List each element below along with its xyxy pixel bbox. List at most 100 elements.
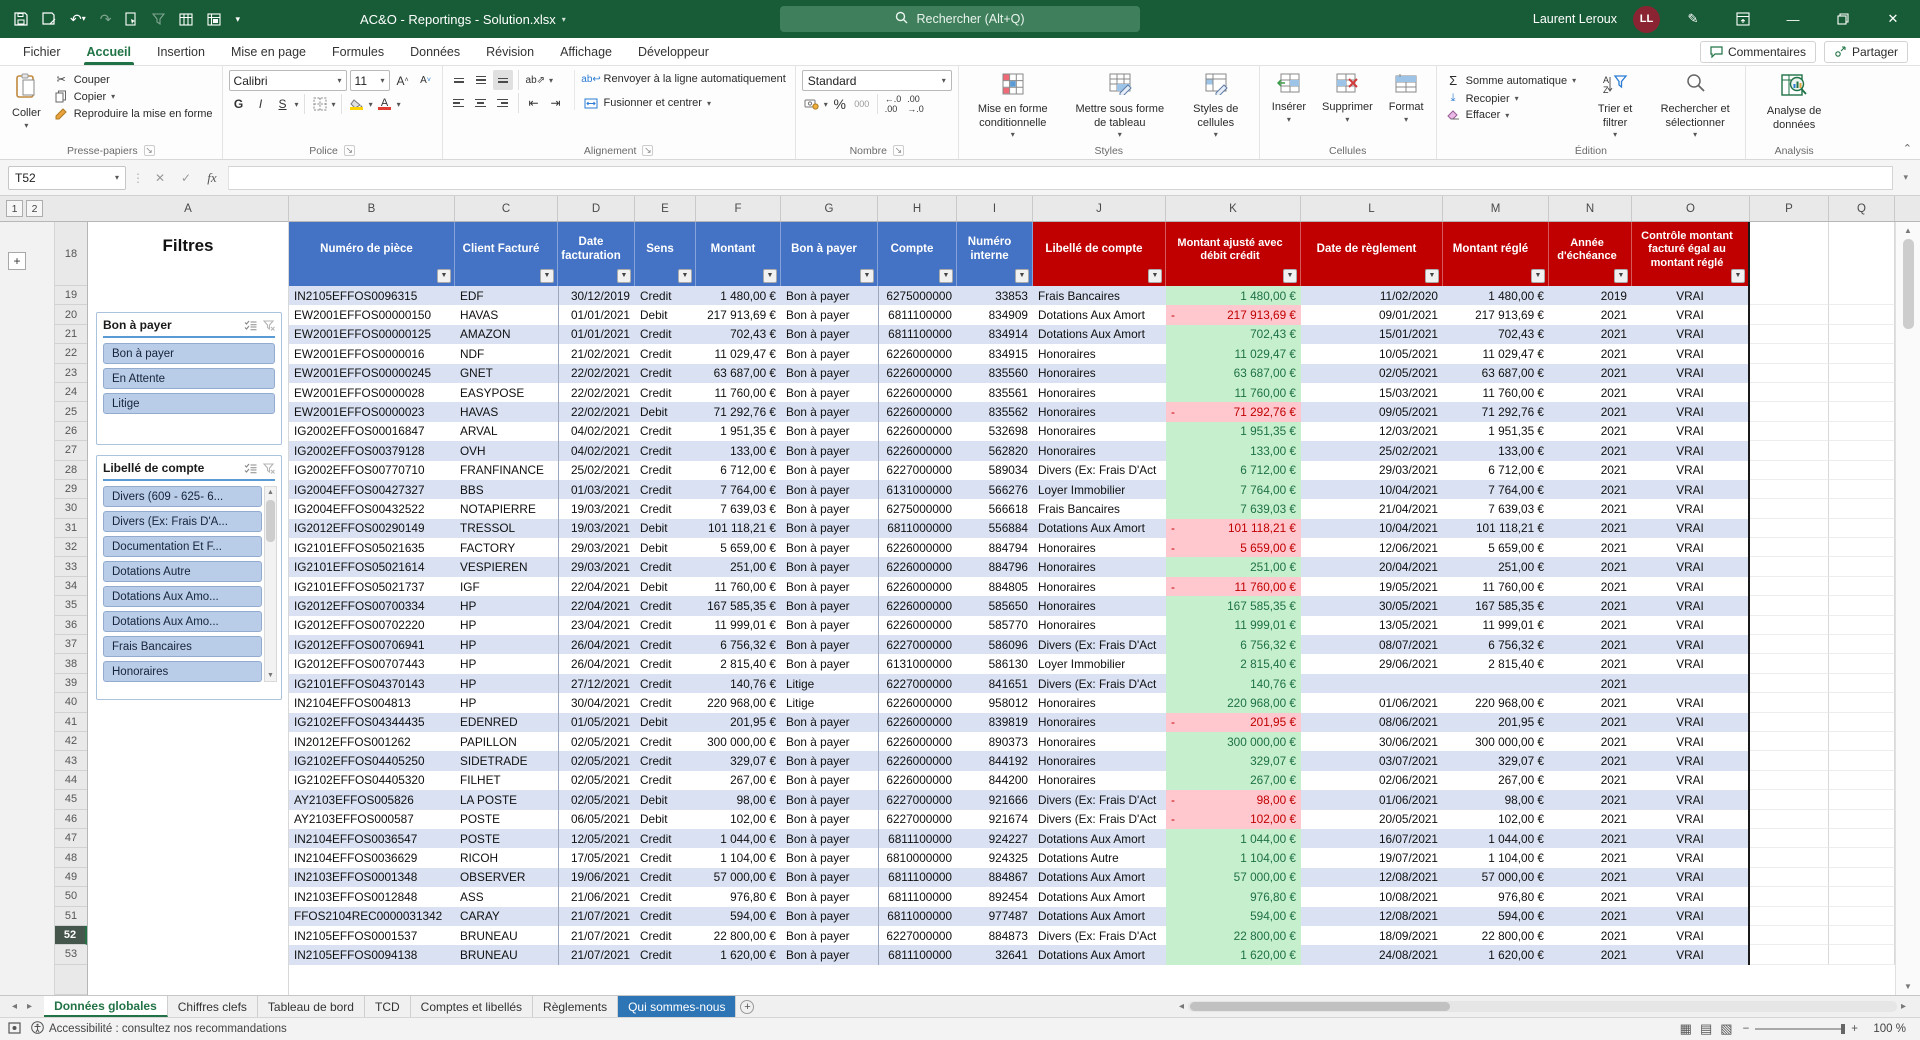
cell-E47[interactable]: Credit (635, 829, 696, 848)
cell-N29[interactable]: 2021 (1549, 480, 1632, 499)
row-header-25[interactable]: 25 (55, 402, 87, 421)
cell-D33[interactable]: 29/03/2021 (558, 557, 635, 576)
cell-B36[interactable]: IG2012EFFOS00702220 (289, 616, 455, 635)
font-size-select[interactable]: 11▾ (350, 70, 390, 91)
cell-E40[interactable]: Credit (635, 693, 696, 712)
cell-E41[interactable]: Debit (635, 713, 696, 732)
cell-M42[interactable]: 300 000,00 € (1443, 732, 1549, 751)
tab-insertion[interactable]: Insertion (144, 41, 218, 65)
scroll-down-icon[interactable]: ▼ (1904, 978, 1912, 995)
cell-E37[interactable]: Credit (635, 635, 696, 654)
cell-B45[interactable]: AY2103EFFOS005826 (289, 790, 455, 809)
cell-D24[interactable]: 22/02/2021 (558, 383, 635, 402)
cell-P19[interactable] (1750, 286, 1829, 305)
row-header-18[interactable]: 18 (55, 222, 87, 286)
cell-M29[interactable]: 7 764,00 € (1443, 480, 1549, 499)
filter-dropdown-icon[interactable]: ▼ (1148, 269, 1162, 283)
cell-P52[interactable] (1750, 926, 1829, 945)
cell-M52[interactable]: 22 800,00 € (1443, 926, 1549, 945)
cell-D30[interactable]: 19/03/2021 (558, 499, 635, 518)
cell-B28[interactable]: IG2002EFFOS00770710 (289, 461, 455, 480)
cell-F26[interactable]: 1 951,35 € (696, 422, 781, 441)
cell-N43[interactable]: 2021 (1549, 751, 1632, 770)
cell-O21[interactable]: VRAI (1632, 325, 1750, 344)
cell-F48[interactable]: 1 104,00 € (696, 848, 781, 867)
cell-O41[interactable]: VRAI (1632, 713, 1750, 732)
cell-N27[interactable]: 2021 (1549, 441, 1632, 460)
cell-O40[interactable]: VRAI (1632, 693, 1750, 712)
cell-H37[interactable]: 6227000000 (878, 635, 957, 654)
save-icon[interactable] (14, 12, 28, 26)
cell-H25[interactable]: 6226000000 (878, 402, 957, 421)
cell-D25[interactable]: 22/02/2021 (558, 402, 635, 421)
cell-B49[interactable]: IN2103EFFOS0001348 (289, 868, 455, 887)
cell-D47[interactable]: 12/05/2021 (558, 829, 635, 848)
cell-K50[interactable]: 976,80 € (1166, 887, 1301, 906)
cell-H53[interactable]: 6811100000 (878, 945, 957, 964)
cell-G48[interactable]: Bon à payer (781, 848, 878, 867)
cell-K36[interactable]: 11 999,01 € (1166, 616, 1301, 635)
slicer-item[interactable]: Documentation Et F... (103, 536, 262, 557)
scroll-left-icon[interactable]: ◂ (1179, 1001, 1184, 1012)
cell-M25[interactable]: 71 292,76 € (1443, 402, 1549, 421)
cell-P49[interactable] (1750, 868, 1829, 887)
cell-D34[interactable]: 22/04/2021 (558, 577, 635, 596)
cell-E31[interactable]: Debit (635, 519, 696, 538)
cell-P42[interactable] (1750, 732, 1829, 751)
cell-L38[interactable]: 29/06/2021 (1301, 654, 1443, 673)
slicer-scrollbar[interactable]: ▲▼ (264, 486, 277, 682)
cell-H21[interactable]: 6811100000 (878, 325, 957, 344)
cell-N36[interactable]: 2021 (1549, 616, 1632, 635)
row-header-46[interactable]: 46 (55, 810, 87, 829)
cell-H48[interactable]: 6810000000 (878, 848, 957, 867)
cell-D53[interactable]: 21/07/2021 (558, 945, 635, 964)
cell-O36[interactable]: VRAI (1632, 616, 1750, 635)
sheet-tab-chiffres-clefs[interactable]: Chiffres clefs (168, 996, 258, 1017)
cell-H44[interactable]: 6226000000 (878, 771, 957, 790)
cell-J47[interactable]: Dotations Aux Amort (1033, 829, 1166, 848)
comma-style-icon[interactable]: 000 (852, 94, 872, 114)
table-icon[interactable] (179, 13, 193, 26)
cell-E19[interactable]: Credit (635, 286, 696, 305)
slicer-item[interactable]: Honoraires (103, 661, 262, 682)
row-header-30[interactable]: 30 (55, 499, 87, 518)
cell-F28[interactable]: 6 712,00 € (696, 461, 781, 480)
row-header-37[interactable]: 37 (55, 635, 87, 654)
cell-E29[interactable]: Credit (635, 480, 696, 499)
slicer-item[interactable]: Divers (Ex: Frais D'A... (103, 511, 262, 532)
cell-F31[interactable]: 101 118,21 € (696, 519, 781, 538)
undo-button[interactable]: ↶▾ (70, 12, 86, 26)
cancel-icon[interactable]: ✕ (150, 171, 170, 185)
cell-D51[interactable]: 21/07/2021 (558, 907, 635, 926)
row-header-39[interactable]: 39 (55, 674, 87, 693)
cell-L32[interactable]: 12/06/2021 (1301, 538, 1443, 557)
increase-indent-icon[interactable]: ⇥ (546, 93, 566, 113)
cell-O20[interactable]: VRAI (1632, 305, 1750, 324)
column-letter-H[interactable]: H (878, 196, 957, 221)
cell-C52[interactable]: BRUNEAU (455, 926, 558, 945)
cell-P22[interactable] (1750, 344, 1829, 363)
cell-G52[interactable]: Bon à payer (781, 926, 878, 945)
column-letter-E[interactable]: E (635, 196, 696, 221)
column-letter-J[interactable]: J (1033, 196, 1166, 221)
cell-F39[interactable]: 140,76 € (696, 674, 781, 693)
cell-C53[interactable]: BRUNEAU (455, 945, 558, 964)
cell-G35[interactable]: Bon à payer (781, 596, 878, 615)
cell-I46[interactable]: 921674 (957, 810, 1033, 829)
name-box[interactable]: T52▾ (8, 166, 126, 190)
filter-dropdown-icon[interactable]: ▼ (1731, 269, 1745, 283)
cell-N30[interactable]: 2021 (1549, 499, 1632, 518)
cell-C28[interactable]: FRANFINANCE (455, 461, 558, 480)
sheet-nav-right-icon[interactable]: ▸ (27, 1001, 32, 1012)
align-left-icon[interactable] (449, 93, 469, 113)
cell-G51[interactable]: Bon à payer (781, 907, 878, 926)
cell-J19[interactable]: Frais Bancaires (1033, 286, 1166, 305)
cell-O23[interactable]: VRAI (1632, 364, 1750, 383)
cell-I28[interactable]: 589034 (957, 461, 1033, 480)
cell-C42[interactable]: PAPILLON (455, 732, 558, 751)
cell-P46[interactable] (1750, 810, 1829, 829)
cell-H49[interactable]: 6811100000 (878, 868, 957, 887)
cell-O37[interactable]: VRAI (1632, 635, 1750, 654)
cell-L29[interactable]: 10/04/2021 (1301, 480, 1443, 499)
cell-I27[interactable]: 562820 (957, 441, 1033, 460)
